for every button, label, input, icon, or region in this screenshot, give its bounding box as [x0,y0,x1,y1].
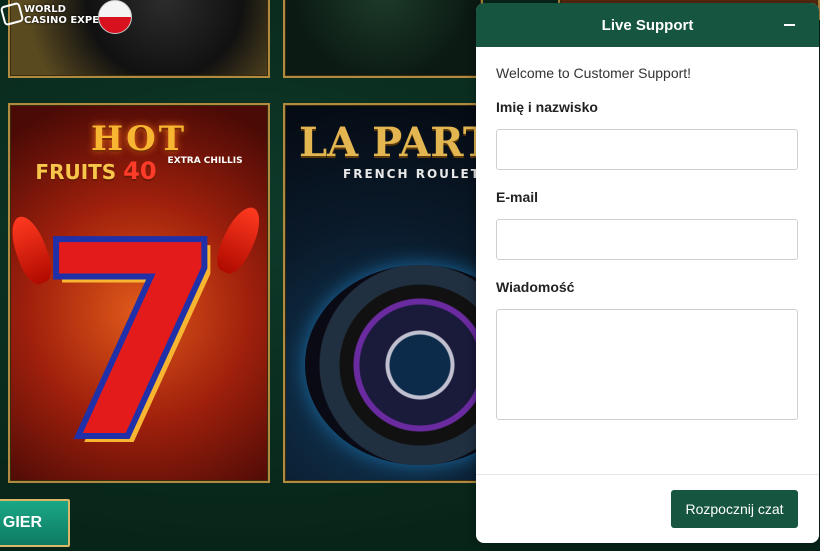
hot-fruits-title: HOT [90,119,188,159]
hot-fruits-number: 40 [123,157,157,185]
message-field[interactable] [496,309,798,420]
live-support-widget: Live Support Welcome to Customer Support… [476,3,819,543]
roulette-wheel-icon [305,265,481,465]
lucky-seven-icon: 7 [35,185,229,483]
name-field[interactable] [496,129,798,170]
minimize-icon[interactable] [784,24,795,26]
start-chat-button[interactable]: Rozpocznij czat [671,490,798,528]
poland-flag-icon [98,0,132,34]
chat-footer: Rozpocznij czat [476,474,819,543]
la-partage-title: LA PARTAG [299,119,481,166]
wce-logo-icon [0,1,25,27]
email-field[interactable] [496,219,798,260]
message-label: Wiadomość [496,279,575,295]
game-tile-top-middle[interactable] [283,0,483,78]
email-label: E-mail [496,189,539,205]
la-partage-subtitle: FRENCH ROULETT [343,167,483,181]
game-tile-la-partage[interactable]: LA PARTAG FRENCH ROULETT [283,103,483,483]
hot-fruits-subtitle: FRUITS 40 EXTRA CHILLIS [10,156,268,186]
chat-header: Live Support [476,3,819,47]
hot-fruits-extra: EXTRA CHILLIS [167,156,243,166]
hot-fruits-subtitle-text: FRUITS [35,160,117,184]
welcome-message: Welcome to Customer Support! [496,65,692,81]
all-games-button[interactable]: J GIER [0,499,70,547]
chat-title: Live Support [601,16,694,34]
world-casino-expert-badge: WORLD CASINO EXPERT [0,0,140,34]
name-label: Imię i nazwisko [496,99,598,115]
chat-form: Welcome to Customer Support! Imię i nazw… [476,47,819,425]
game-tile-hot-fruits[interactable]: HOT FRUITS 40 EXTRA CHILLIS 7 [8,103,270,483]
